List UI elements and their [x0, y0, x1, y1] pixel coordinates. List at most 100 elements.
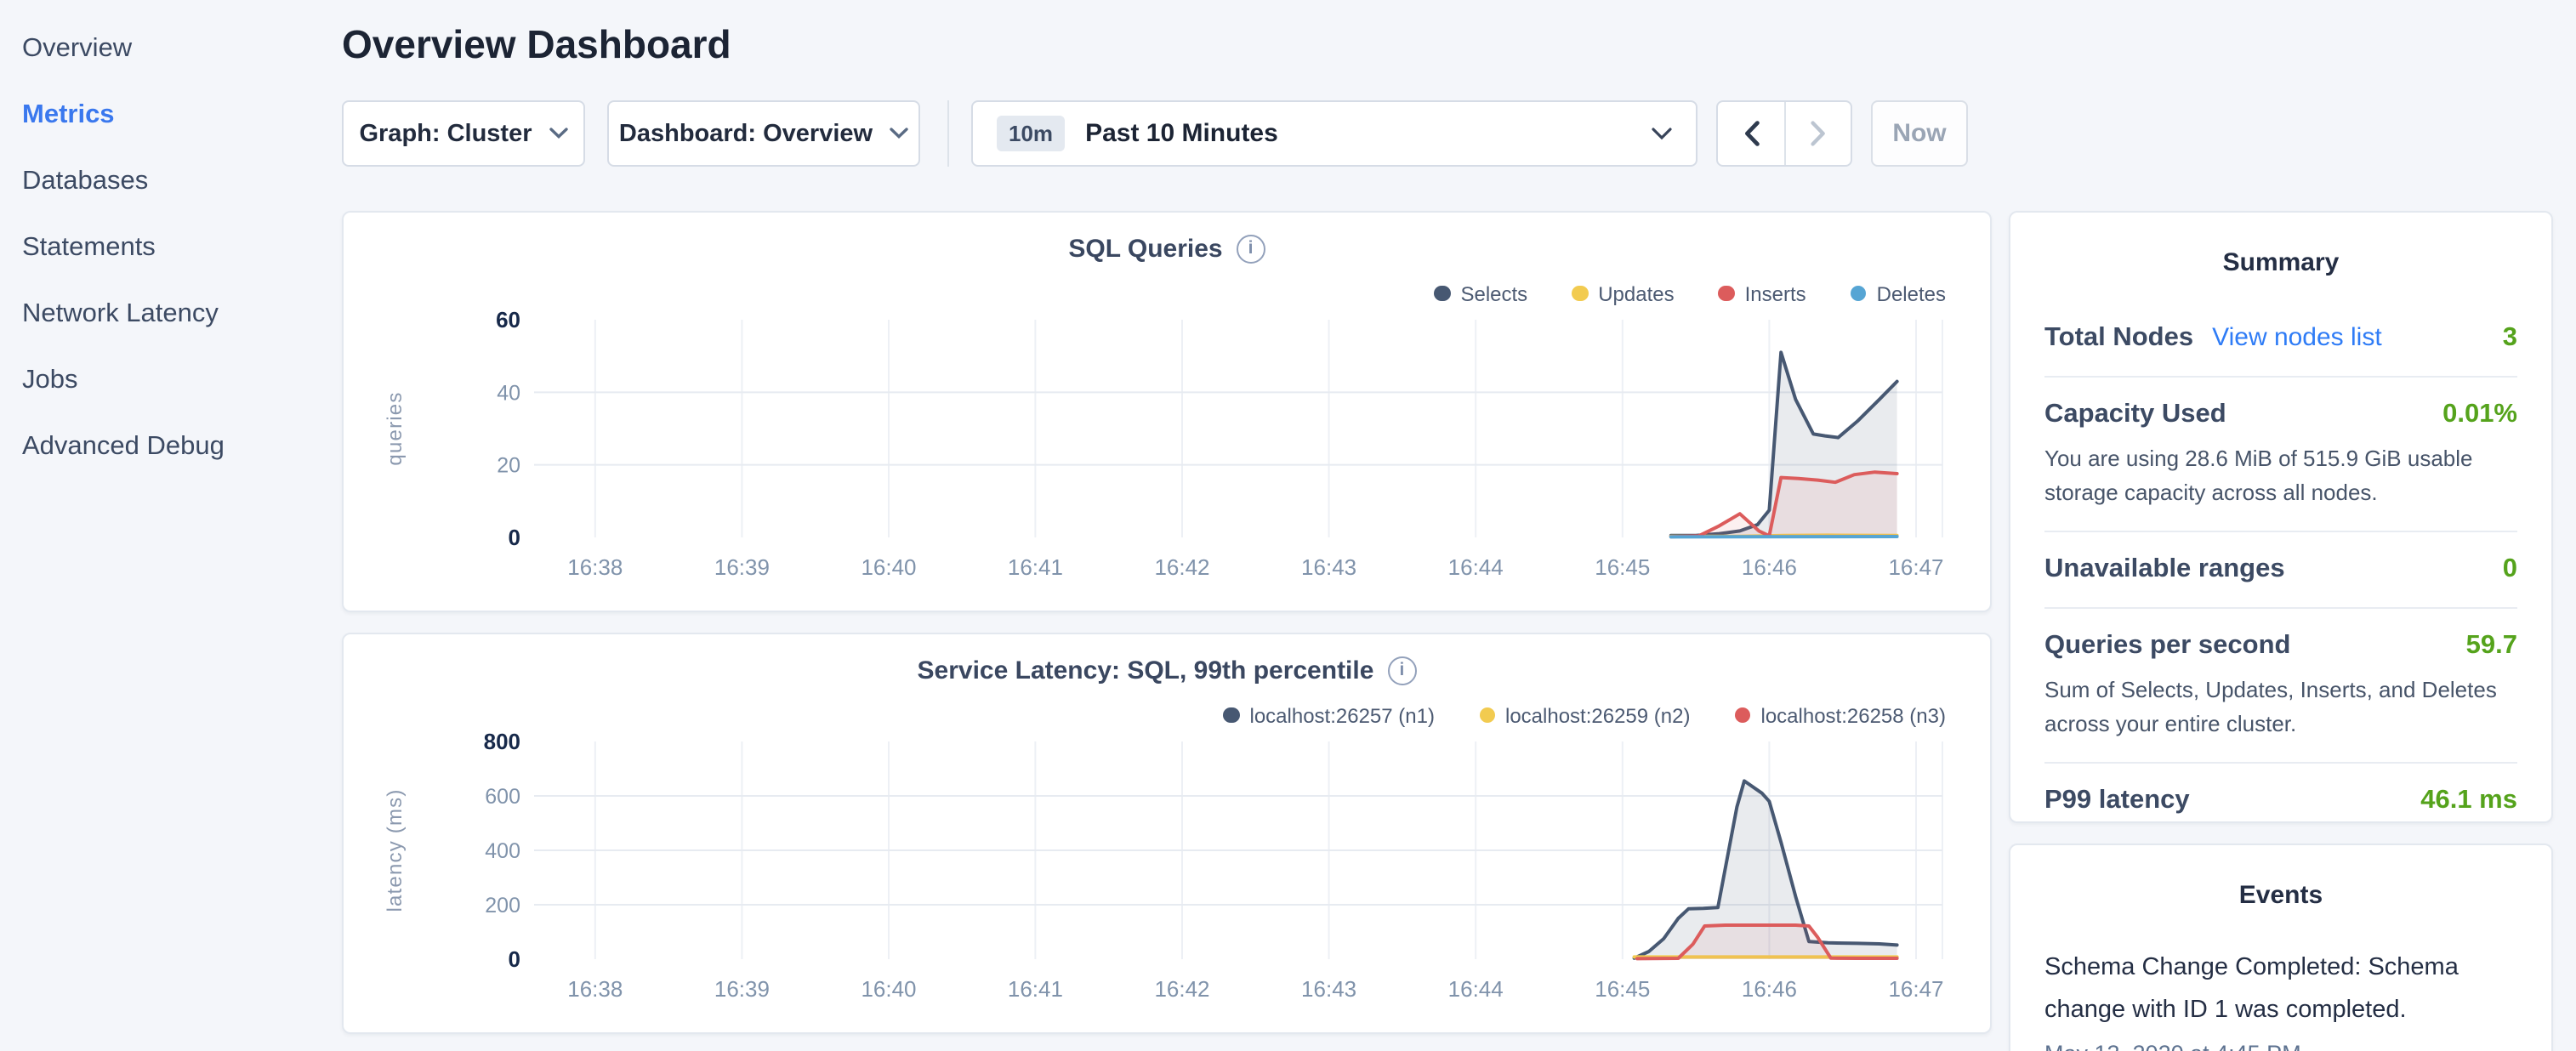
sidebar-item-statements[interactable]: Statements: [0, 214, 340, 281]
x-tick-label: 16:38: [567, 554, 623, 580]
legend-item[interactable]: Selects: [1434, 281, 1527, 305]
x-tick-label: 16:41: [1008, 554, 1063, 580]
series-area: [1671, 472, 1897, 537]
toolbar: Graph: Cluster Dashboard: Overview 10m P…: [342, 100, 2575, 167]
chevron-down-icon: [549, 128, 568, 139]
legend-item[interactable]: Deletes: [1851, 281, 1946, 305]
prev-timespan-button[interactable]: [1718, 102, 1784, 165]
sidebar-item-network-latency[interactable]: Network Latency: [0, 281, 340, 347]
p99-latency-value: 46.1 ms: [2420, 786, 2517, 816]
legend-item[interactable]: localhost:26257 (n1): [1224, 703, 1436, 727]
x-tick-label: 16:46: [1742, 554, 1797, 580]
y-tick-label: 0: [509, 525, 520, 550]
x-tick-label: 16:43: [1301, 554, 1356, 580]
now-button[interactable]: Now: [1871, 100, 1968, 167]
x-tick-label: 16:47: [1888, 554, 1943, 580]
x-tick-label: 16:40: [861, 554, 916, 580]
queries-per-second-value: 59.7: [2466, 631, 2517, 662]
y-tick-label: 600: [485, 785, 520, 809]
legend-dot: [1719, 286, 1735, 302]
time-range-picker[interactable]: 10m Past 10 Minutes: [971, 100, 1697, 167]
graph-dropdown-label: Graph: Cluster: [359, 120, 532, 147]
dashboard-dropdown[interactable]: Dashboard: Overview: [607, 100, 920, 167]
chart-title-row: SQL Queries i: [344, 235, 1990, 264]
events-title: Events: [2044, 845, 2517, 910]
p99-latency-row: P99 latency 46.1 ms: [2044, 764, 2517, 838]
chevron-right-icon: [1810, 121, 1827, 146]
chart-title: Service Latency: SQL, 99th percentile: [918, 656, 1374, 685]
capacity-used-note: You are using 28.6 MiB of 515.9 GiB usab…: [2044, 442, 2517, 508]
sql-queries-plot[interactable]: 0 20 40 60 queries 16:38 16:39 16:40 16:41 16:42 1…: [344, 310, 1993, 585]
info-icon[interactable]: i: [1387, 656, 1416, 685]
sql-queries-chart-card: SQL Queries i Selects Updates Inserts Delet…: [342, 211, 1992, 612]
next-timespan-button[interactable]: [1784, 102, 1851, 165]
sidebar-item-jobs[interactable]: Jobs: [0, 347, 340, 413]
legend-label: Selects: [1460, 281, 1527, 305]
y-tick-label: 60: [496, 310, 520, 332]
legend-label: localhost:26257 (n1): [1250, 703, 1436, 727]
x-tick-label: 16:45: [1595, 554, 1650, 580]
chart-title: SQL Queries: [1068, 235, 1222, 264]
capacity-used-row: Capacity Used 0.01% You are using 28.6 M…: [2044, 378, 2517, 531]
legend-label: Updates: [1598, 281, 1674, 305]
x-tick-label: 16:41: [1008, 976, 1063, 1002]
y-tick-label: 400: [485, 839, 520, 863]
time-range-badge: 10m: [997, 116, 1065, 151]
x-tick-label: 16:47: [1888, 976, 1943, 1002]
p99-latency-label: P99 latency: [2044, 786, 2190, 816]
y-axis-title: queries: [384, 391, 407, 465]
x-tick-label: 16:42: [1154, 976, 1209, 1002]
summary-title: Summary: [2044, 213, 2517, 277]
legend-label: Deletes: [1877, 281, 1946, 305]
queries-per-second-label: Queries per second: [2044, 631, 2290, 662]
graph-dropdown[interactable]: Graph: Cluster: [342, 100, 585, 167]
toolbar-divider: [947, 100, 949, 167]
y-tick-label: 20: [497, 454, 520, 478]
info-icon[interactable]: i: [1237, 235, 1265, 264]
unavailable-ranges-label: Unavailable ranges: [2044, 554, 2285, 585]
time-range-label: Past 10 Minutes: [1085, 119, 1278, 148]
legend-item[interactable]: Updates: [1572, 281, 1674, 305]
sidebar-item-metrics[interactable]: Metrics: [0, 82, 340, 148]
chart-legend: localhost:26257 (n1) localhost:26259 (n2)…: [344, 702, 1990, 728]
x-tick-label: 16:39: [714, 976, 770, 1002]
app-viewport: Overview Metrics Databases Statements Ne…: [0, 0, 2576, 1051]
content-row: SQL Queries i Selects Updates Inserts Delet…: [342, 211, 2575, 1051]
view-nodes-link[interactable]: View nodes list: [2212, 323, 2382, 352]
x-tick-label: 16:44: [1448, 554, 1504, 580]
sidebar-item-overview[interactable]: Overview: [0, 15, 340, 82]
event-time: May 13, 2020 at 4:45 PM: [2044, 1041, 2517, 1051]
y-tick-label: 200: [485, 894, 520, 917]
legend-label: localhost:26258 (n3): [1761, 703, 1947, 727]
legend-dot: [1434, 286, 1450, 302]
queries-per-second-row: Queries per second 59.7 Sum of Selects, …: [2044, 609, 2517, 762]
legend-dot: [1224, 707, 1240, 724]
service-latency-plot[interactable]: 0200400600800latency (ms)16:3816:3916:40…: [344, 731, 1993, 1007]
legend-dot: [1572, 286, 1588, 302]
x-tick-label: 16:46: [1742, 976, 1797, 1002]
x-tick-label: 16:45: [1595, 976, 1650, 1002]
y-axis-title: latency (ms): [384, 788, 407, 912]
legend-item[interactable]: localhost:26258 (n3): [1735, 703, 1947, 727]
chart-legend: Selects Updates Inserts Deletes: [344, 281, 1990, 306]
event-item[interactable]: Schema Change Completed: Schema change w…: [2044, 947, 2517, 1051]
x-tick-label: 16:43: [1301, 976, 1356, 1002]
chevron-down-icon: [1652, 127, 1672, 140]
total-nodes-label: Total Nodes: [2044, 323, 2193, 354]
summary-card: Summary Total Nodes View nodes list 3: [2009, 211, 2553, 823]
x-tick-label: 16:39: [714, 554, 770, 580]
x-tick-label: 16:42: [1154, 554, 1209, 580]
x-tick-label: 16:40: [861, 976, 916, 1002]
time-step-group: [1716, 100, 1852, 167]
sidebar-item-advanced-debug[interactable]: Advanced Debug: [0, 413, 340, 480]
y-tick-label: 0: [509, 946, 520, 972]
sidebar-item-databases[interactable]: Databases: [0, 148, 340, 214]
y-tick-label: 40: [497, 381, 520, 405]
right-column: Summary Total Nodes View nodes list 3: [2009, 211, 2553, 1051]
chart-title-row: Service Latency: SQL, 99th percentile i: [344, 656, 1990, 685]
unavailable-ranges-row: Unavailable ranges 0: [2044, 532, 2517, 607]
events-card: Events Schema Change Completed: Schema c…: [2009, 844, 2553, 1051]
legend-item[interactable]: Inserts: [1719, 281, 1806, 305]
legend-item[interactable]: localhost:26259 (n2): [1479, 703, 1691, 727]
chevron-down-icon: [890, 128, 908, 139]
